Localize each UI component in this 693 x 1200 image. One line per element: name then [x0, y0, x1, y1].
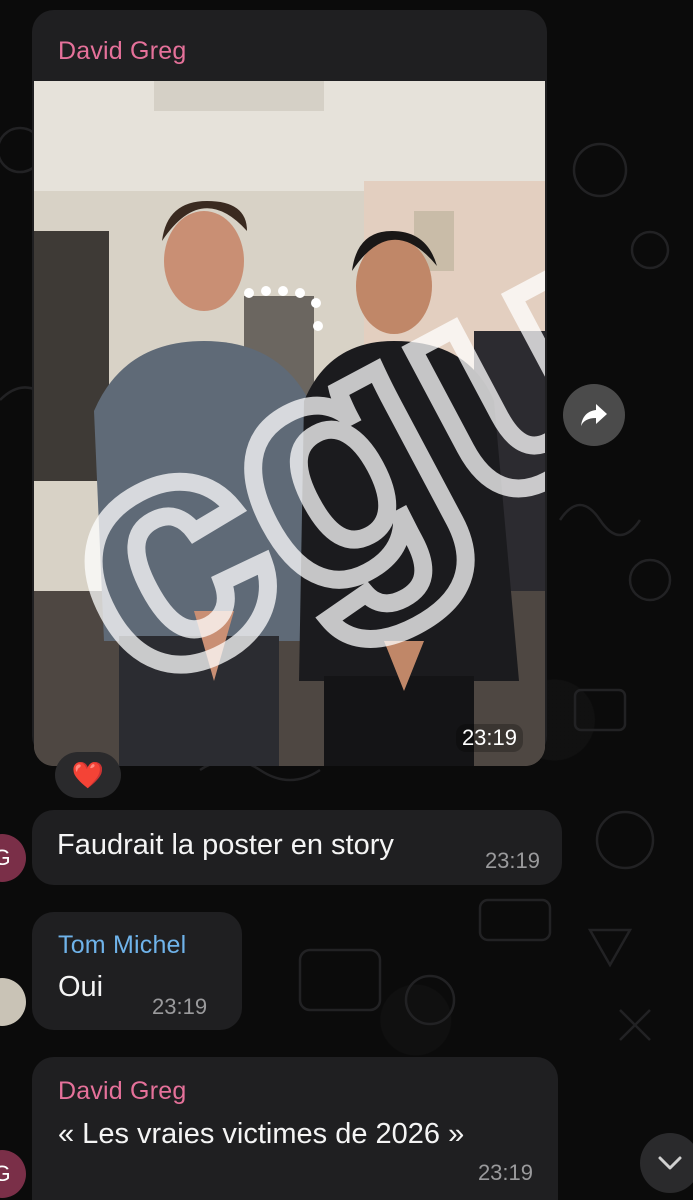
- sender-name[interactable]: David Greg: [58, 37, 186, 66]
- chevron-down-icon: [658, 1156, 682, 1170]
- shared-photo[interactable]: cgu 23:19: [34, 81, 545, 766]
- heart-icon: ❤️: [71, 759, 105, 790]
- forward-arrow-icon: [581, 404, 607, 426]
- message-bubble[interactable]: Faudrait la poster en story 23:19: [32, 810, 562, 885]
- avatar-initial: G: [0, 845, 11, 870]
- chat-view: David Greg cgu 23:19 ❤️ G G Faudrait la …: [0, 0, 693, 1200]
- message-text: Faudrait la poster en story: [57, 829, 394, 861]
- photo-illustration: cgu: [34, 81, 545, 766]
- message-text: Oui: [58, 971, 104, 1003]
- avatar-david-greg[interactable]: G: [0, 1150, 26, 1198]
- scroll-down-button[interactable]: [640, 1133, 693, 1193]
- sender-name[interactable]: Tom Michel: [58, 931, 186, 960]
- avatar-initial: G: [0, 1161, 11, 1186]
- message-text: « Les vraies victimes de 2026 »: [58, 1118, 465, 1150]
- message-bubble[interactable]: David Greg « Les vraies victimes de 2026…: [32, 1057, 558, 1200]
- sender-name[interactable]: David Greg: [58, 1077, 186, 1106]
- message-timestamp: 23:19: [484, 848, 540, 873]
- photo-timestamp: 23:19: [455, 724, 523, 752]
- heart-reaction[interactable]: ❤️: [55, 752, 121, 798]
- photo-message-bubble[interactable]: David Greg cgu 23:19: [32, 10, 547, 766]
- message-timestamp: 23:19: [152, 994, 208, 1019]
- message-bubble[interactable]: Tom Michel Oui 23:19: [32, 912, 242, 1030]
- avatar-tom-michel[interactable]: [0, 978, 26, 1026]
- avatar-david-greg[interactable]: G: [0, 834, 26, 882]
- message-timestamp: 23:19: [477, 1160, 533, 1185]
- forward-button[interactable]: [563, 384, 625, 446]
